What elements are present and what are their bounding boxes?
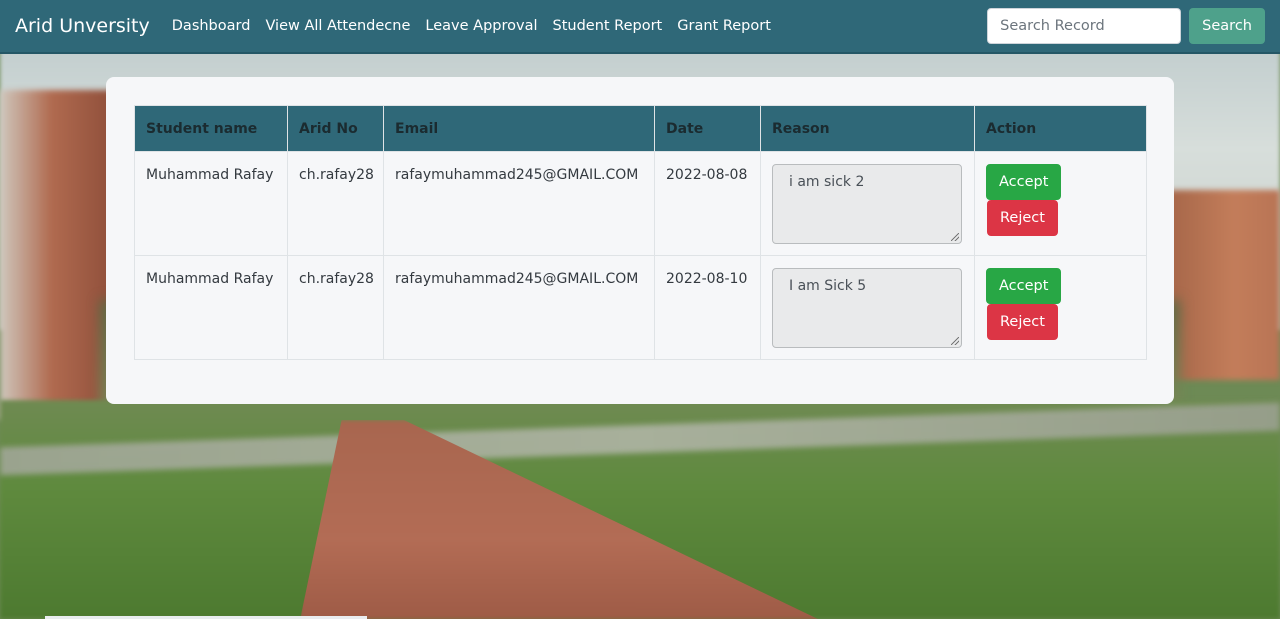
- nav-link-student-report[interactable]: Student Report: [552, 18, 662, 34]
- cell-email: rafaymuhammad245@GMAIL.COM: [383, 255, 655, 360]
- leave-approval-card: Student name Arid No Email Date Reason A…: [106, 77, 1174, 404]
- accept-button[interactable]: Accept: [986, 268, 1062, 304]
- brand-title[interactable]: Arid Unversity: [15, 15, 150, 37]
- accept-button[interactable]: Accept: [986, 164, 1062, 200]
- header-student-name: Student name: [134, 105, 288, 152]
- header-email: Email: [383, 105, 655, 152]
- search-form: Search: [987, 8, 1265, 44]
- nav-link-dashboard[interactable]: Dashboard: [172, 18, 251, 34]
- cell-action: Accept Reject: [974, 255, 1147, 360]
- search-input[interactable]: [987, 8, 1182, 44]
- leave-requests-table: Student name Arid No Email Date Reason A…: [134, 105, 1147, 360]
- cell-action: Accept Reject: [974, 151, 1147, 256]
- cell-date: 2022-08-08: [654, 151, 761, 256]
- nav-link-view-all-attendance[interactable]: View All Attendecne: [265, 18, 410, 34]
- table-row: Muhammad Rafay ch.rafay28 rafaymuhammad2…: [134, 255, 1147, 360]
- navbar: Arid Unversity Dashboard View All Attend…: [0, 0, 1280, 54]
- cell-arid-no: ch.rafay28: [287, 151, 384, 256]
- reject-button[interactable]: Reject: [987, 304, 1058, 340]
- cell-student-name: Muhammad Rafay: [134, 151, 288, 256]
- nav-link-grant-report[interactable]: Grant Report: [677, 18, 771, 34]
- search-button[interactable]: Search: [1189, 8, 1265, 44]
- cell-email: rafaymuhammad245@GMAIL.COM: [383, 151, 655, 256]
- table-row: Muhammad Rafay ch.rafay28 rafaymuhammad2…: [134, 151, 1147, 256]
- reject-button[interactable]: Reject: [987, 200, 1058, 236]
- nav-link-leave-approval[interactable]: Leave Approval: [425, 18, 537, 34]
- cell-date: 2022-08-10: [654, 255, 761, 360]
- cell-student-name: Muhammad Rafay: [134, 255, 288, 360]
- resize-grip-icon[interactable]: [951, 233, 959, 241]
- reason-textarea[interactable]: i am sick 2: [772, 164, 962, 244]
- cell-reason: I am Sick 5: [760, 255, 975, 360]
- reason-text: I am Sick 5: [789, 278, 867, 294]
- header-reason: Reason: [760, 105, 975, 152]
- resize-grip-icon[interactable]: [951, 337, 959, 345]
- table-header-row: Student name Arid No Email Date Reason A…: [134, 105, 1147, 152]
- cell-reason: i am sick 2: [760, 151, 975, 256]
- header-date: Date: [654, 105, 761, 152]
- reason-textarea[interactable]: I am Sick 5: [772, 268, 962, 348]
- nav-links: Dashboard View All Attendecne Leave Appr…: [172, 18, 771, 34]
- reason-text: i am sick 2: [789, 174, 865, 190]
- cell-arid-no: ch.rafay28: [287, 255, 384, 360]
- header-arid-no: Arid No: [287, 105, 384, 152]
- header-action: Action: [974, 105, 1147, 152]
